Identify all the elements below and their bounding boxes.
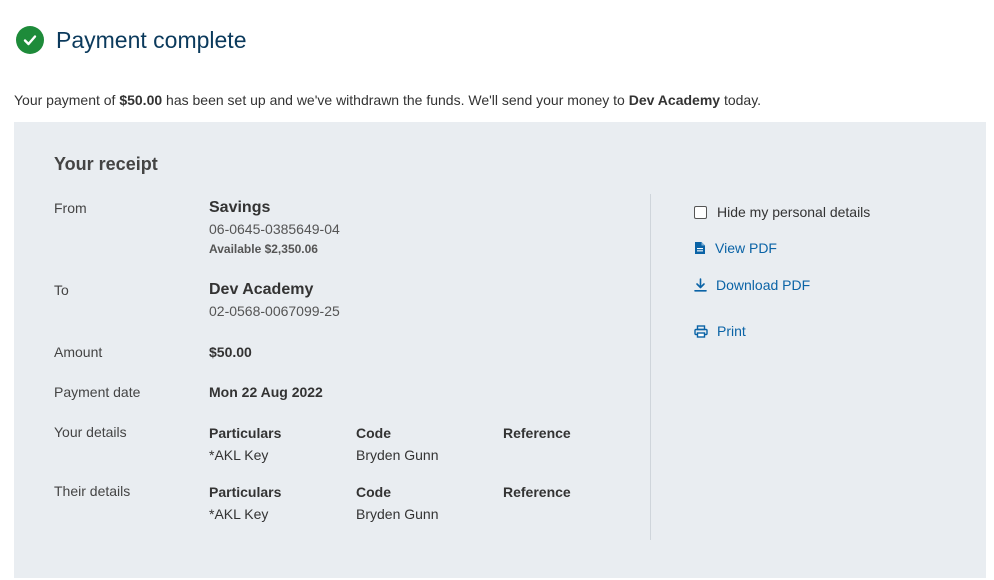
from-available-balance: Available $2,350.06 <box>209 242 318 256</box>
their-details-grid: Particulars *AKL Key Code Bryden Gunn Re… <box>209 483 650 527</box>
their-details-label: Their details <box>54 483 131 499</box>
receipt-title: Your receipt <box>54 154 158 174</box>
summary-payee: Dev Academy <box>628 92 721 108</box>
summary-suffix: today. <box>720 92 762 108</box>
download-pdf-link[interactable]: Download PDF <box>694 277 810 293</box>
their-reference-label: Reference <box>503 484 571 500</box>
page-title: Payment complete <box>56 26 247 53</box>
your-code-value: Bryden Gunn <box>356 447 439 463</box>
summary-middle: has been set up and we've withdrawn the … <box>162 92 629 108</box>
their-particulars: Particulars *AKL Key <box>209 483 356 527</box>
your-reference-label: Reference <box>503 425 571 441</box>
printer-icon <box>694 324 708 338</box>
download-pdf-label: Download PDF <box>716 277 811 293</box>
your-code-label: Code <box>356 425 391 441</box>
download-icon <box>694 278 707 292</box>
hide-details-label: Hide my personal details <box>717 204 871 220</box>
their-code: Code Bryden Gunn <box>356 483 503 527</box>
their-code-label: Code <box>356 484 391 500</box>
amount-label: Amount <box>54 344 103 360</box>
their-reference: Reference <box>503 483 650 527</box>
from-account-number: 06-0645-0385649-04 <box>209 221 340 237</box>
their-code-value: Bryden Gunn <box>356 506 439 522</box>
to-account: Dev Academy 02-0568-0067099-25 <box>209 280 340 322</box>
to-account-name: Dev Academy <box>209 281 314 298</box>
from-account: Savings 06-0645-0385649-04 Available $2,… <box>209 198 340 258</box>
your-particulars: Particulars *AKL Key <box>209 424 356 468</box>
view-pdf-label: View PDF <box>715 240 777 256</box>
your-details-grid: Particulars *AKL Key Code Bryden Gunn Re… <box>209 424 650 468</box>
payment-date-label: Payment date <box>54 384 141 400</box>
hide-details-checkbox[interactable] <box>694 205 707 219</box>
summary-amount: $50.00 <box>119 92 163 108</box>
receipt-panel: Your receipt From Savings 06-0645-038564… <box>14 122 986 578</box>
your-reference: Reference <box>503 424 650 468</box>
document-icon <box>695 242 705 254</box>
your-code: Code Bryden Gunn <box>356 424 503 468</box>
your-particulars-value: *AKL Key <box>209 447 269 463</box>
payment-date-value: Mon 22 Aug 2022 <box>209 384 323 400</box>
to-label: To <box>54 282 69 298</box>
their-particulars-value: *AKL Key <box>209 506 269 522</box>
check-circle-icon <box>16 26 44 54</box>
from-label: From <box>54 200 87 216</box>
hide-personal-details-toggle[interactable]: Hide my personal details <box>694 204 870 220</box>
their-particulars-label: Particulars <box>209 484 282 500</box>
payment-summary: Your payment of $50.00 has been set up a… <box>14 92 761 108</box>
page-header: Payment complete <box>16 26 246 54</box>
print-link[interactable]: Print <box>694 323 746 339</box>
view-pdf-link[interactable]: View PDF <box>694 240 777 256</box>
your-details-label: Your details <box>54 424 127 440</box>
summary-prefix: Your payment of <box>14 92 120 108</box>
your-particulars-label: Particulars <box>209 425 282 441</box>
amount-value: $50.00 <box>209 344 252 360</box>
receipt-divider <box>650 194 651 540</box>
payment-confirmation-page: Payment complete Your payment of $50.00 … <box>0 0 994 580</box>
print-label: Print <box>717 323 746 339</box>
to-account-number: 02-0568-0067099-25 <box>209 303 340 319</box>
from-account-name: Savings <box>209 199 271 216</box>
